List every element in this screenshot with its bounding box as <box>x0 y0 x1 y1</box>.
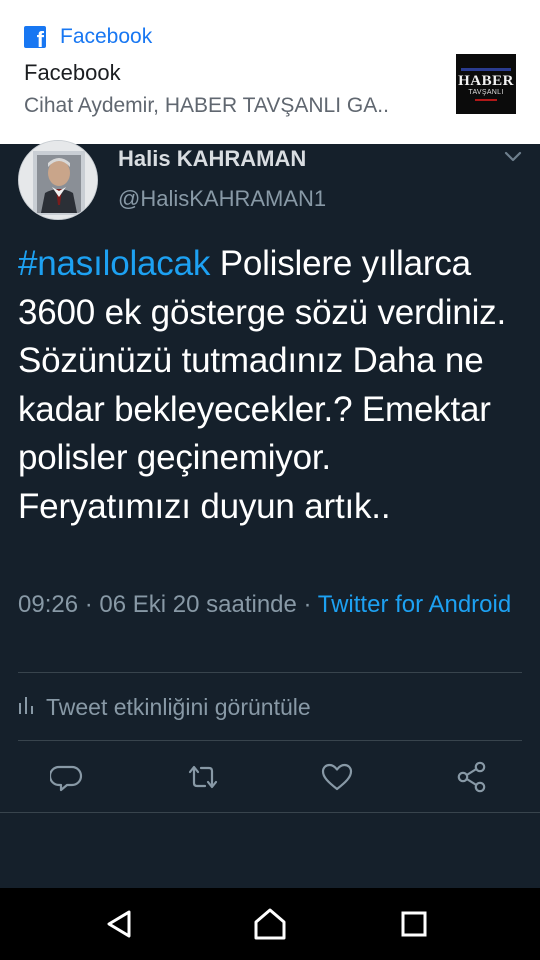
facebook-logo-icon: f <box>24 26 46 48</box>
tweet-action-bar <box>0 752 540 802</box>
chevron-down-icon[interactable] <box>504 150 522 168</box>
like-icon[interactable] <box>320 760 354 794</box>
analytics-icon <box>18 694 34 721</box>
thumbnail-title: HABER <box>458 72 514 89</box>
hashtag-link[interactable]: #nasılolacak <box>18 244 210 283</box>
thumbnail-subtitle: TAVŞANLI <box>468 88 504 96</box>
tweet-timestamp: 09:26 · 06 Eki 20 saatinde · <box>18 591 318 618</box>
home-icon[interactable] <box>250 904 290 944</box>
divider <box>18 740 522 741</box>
author-handle[interactable]: @HalisKAHRAMAN1 <box>118 186 326 212</box>
share-icon[interactable] <box>455 760 489 794</box>
divider <box>18 672 522 673</box>
back-icon[interactable] <box>100 904 140 944</box>
share-title: Facebook <box>24 60 121 85</box>
tweet-activity-link[interactable]: Tweet etkinliğini görüntüle <box>18 688 311 726</box>
system-navigation-bar <box>0 888 540 960</box>
avatar[interactable] <box>18 140 98 220</box>
author-name[interactable]: Halis KAHRAMAN <box>118 146 306 172</box>
tweet-body: Polislere yıllarca 3600 ek gösterge sözü… <box>18 244 506 526</box>
retweet-icon[interactable] <box>186 760 220 794</box>
share-thumbnail: HABER TAVŞANLI <box>456 54 516 114</box>
tweet-activity-label: Tweet etkinliğini görüntüle <box>46 693 311 720</box>
recents-icon[interactable] <box>394 904 434 944</box>
tweet-text: #nasılolacak Polislere yıllarca 3600 ek … <box>18 240 508 531</box>
share-card[interactable]: f Facebook Facebook Cihat Aydemir, HABER… <box>0 0 540 144</box>
tweet-client-link[interactable]: Twitter for Android <box>318 591 511 618</box>
share-source-label: Facebook <box>60 25 153 48</box>
share-source[interactable]: f Facebook <box>24 24 152 50</box>
share-description: Cihat Aydemir, HABER TAVŞANLI GA.. <box>24 94 389 117</box>
divider <box>0 812 540 813</box>
tweet-meta: 09:26 · 06 Eki 20 saatinde · Twitter for… <box>18 588 518 622</box>
reply-icon[interactable] <box>48 760 84 794</box>
